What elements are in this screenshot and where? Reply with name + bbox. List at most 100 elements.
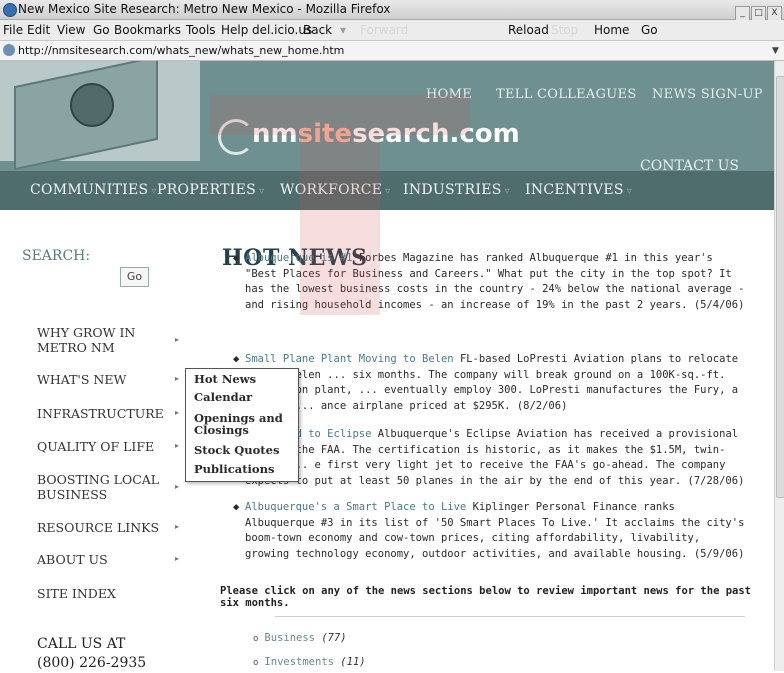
sidebar-item-why-grow[interactable]: WHY GROW IN METRO NM <box>37 325 157 355</box>
top-nav-tell-colleagues[interactable]: TELL COLLEAGUES <box>496 87 637 102</box>
menu-file[interactable]: File <box>3 20 23 40</box>
window-title: New Mexico Site Research: Metro New Mexi… <box>18 2 391 16</box>
search-go-button[interactable]: Go <box>120 267 149 287</box>
subnav-industries-label: INDUSTRIES <box>403 182 502 198</box>
triangle-down-icon: ▿ <box>504 186 510 197</box>
menu-tools[interactable]: Tools <box>186 20 216 40</box>
divider <box>275 616 745 617</box>
sidebar-item-whats-new[interactable]: WHAT'S NEW <box>37 372 126 387</box>
menu-edit[interactable]: Edit <box>27 20 50 40</box>
brand-swirl-icon <box>218 119 254 155</box>
back-button[interactable]: Back <box>303 20 332 40</box>
arrow-right-icon: ▸ <box>175 482 180 491</box>
scrollbar-thumb[interactable] <box>776 76 784 498</box>
category-link[interactable]: Business <box>264 632 315 644</box>
stop-button[interactable]: Stop <box>551 20 578 40</box>
news-item: ◆ Albuquerque is #1 Forbes Magazine has … <box>233 251 745 313</box>
subnav-communities[interactable]: COMMUNITIES ▿ <box>30 182 157 198</box>
top-nav-home[interactable]: HOME <box>426 87 472 102</box>
bullet-icon: ◆ <box>233 353 240 365</box>
menu-bookmarks[interactable]: Bookmarks <box>114 20 181 40</box>
forward-button[interactable]: Forward <box>360 20 408 40</box>
news-item: ◆ ...-Ahead to Eclipse Albuquerque's Ecl… <box>233 427 745 489</box>
bullet-icon: ◆ <box>233 252 240 264</box>
arrow-right-icon: ▸ <box>175 408 180 417</box>
category-item[interactable]: o Business (77) <box>253 632 347 644</box>
site-header: HOME TELL COLLEAGUES NEWS SIGN-UP nmsite… <box>0 61 774 210</box>
brand-logo-text[interactable]: nmsitesearch.com <box>252 119 520 149</box>
category-item[interactable]: o Investments (11) <box>253 656 366 668</box>
brand-pre: nm <box>252 119 298 149</box>
top-nav-news-signup[interactable]: NEWS SIGN-UP <box>652 87 763 102</box>
url-field[interactable]: http://nmsitesearch.com/whats_new/whats_… <box>18 41 344 60</box>
menu-bar: File Edit View Go Bookmarks Tools Help d… <box>0 20 784 41</box>
minimize-button[interactable]: _ <box>735 6 750 21</box>
flyout-item-hot-news[interactable]: Hot News <box>194 373 256 385</box>
sidebar-item-boosting-local-business[interactable]: BOOSTING LOCAL BUSINESS <box>37 472 167 502</box>
arrow-right-icon: ▸ <box>175 522 180 531</box>
triangle-down-icon: ▿ <box>151 186 157 197</box>
call-us-label: CALL US AT <box>37 636 126 652</box>
menu-go[interactable]: Go <box>93 20 110 40</box>
triangle-down-icon: ▿ <box>259 186 265 197</box>
brand-post: search.com <box>352 119 520 149</box>
call-us-block: CALL US AT (800) 226-2935 <box>37 635 146 673</box>
subnav-industries[interactable]: INDUSTRIES ▿ <box>403 182 510 198</box>
reload-button[interactable]: Reload <box>508 20 549 40</box>
sidebar-item-infrastructure[interactable]: INFRASTRUCTURE <box>37 406 164 421</box>
category-count: (11) <box>340 656 366 668</box>
flyout-item-calendar[interactable]: Calendar <box>194 391 252 403</box>
logo-area <box>0 61 200 171</box>
flyout-item-openings-closings[interactable]: Openings and Closings <box>194 412 284 436</box>
sidebar-item-quality-of-life[interactable]: QUALITY OF LIFE <box>37 439 154 454</box>
subnav-incentives[interactable]: INCENTIVES ▿ <box>525 182 632 198</box>
arrow-right-icon: ▸ <box>175 335 180 344</box>
left-sidebar: SEARCH: Go WHY GROW IN METRO NM ▸ WHAT'S… <box>0 210 205 671</box>
flyout-item-publications[interactable]: Publications <box>194 463 274 475</box>
firefox-icon <box>3 3 17 17</box>
subnav-communities-label: COMMUNITIES <box>30 182 149 198</box>
arrow-right-icon: ▸ <box>175 554 180 563</box>
news-headline-link[interactable]: Albuquerque is #1 <box>245 252 352 264</box>
sidebar-item-resource-links[interactable]: RESOURCE LINKS <box>37 520 159 535</box>
globe-icon <box>70 83 114 127</box>
maximize-button[interactable]: □ <box>751 6 766 21</box>
site-favicon-icon <box>3 44 15 56</box>
subnav-incentives-label: INCENTIVES <box>525 182 624 198</box>
subnav-workforce-label: WORKFORCE <box>280 182 383 198</box>
instructions-text: Please click on any of the news sections… <box>220 585 752 609</box>
vertical-scrollbar[interactable] <box>774 61 784 671</box>
phone-number: (800) 226-2935 <box>37 655 147 671</box>
subnav-workforce[interactable]: WORKFORCE ▿ <box>280 182 391 198</box>
bullet-icon: ◆ <box>233 501 240 513</box>
category-count: (77) <box>321 632 347 644</box>
circle-bullet-icon: o <box>253 658 259 668</box>
whats-new-flyout-menu: Hot News Calendar Openings and Closings … <box>185 368 299 482</box>
chevron-down-icon[interactable]: ▼ <box>772 42 782 58</box>
news-headline-link[interactable]: Small Plane Plant Moving to Belen <box>245 353 454 365</box>
subnav-properties-label: PROPERTIES <box>157 182 257 198</box>
news-item: ◆ Small Plane Plant Moving to Belen FL-b… <box>233 352 745 414</box>
brand-mid: site <box>297 119 353 149</box>
news-headline-link[interactable]: Albuquerque's a Smart Place to Live <box>245 501 466 513</box>
subnav-properties[interactable]: PROPERTIES ▿ <box>157 182 264 198</box>
address-bar[interactable]: http://nmsitesearch.com/whats_new/whats_… <box>0 41 784 61</box>
menu-view[interactable]: View <box>57 20 85 40</box>
home-button[interactable]: Home <box>594 20 629 40</box>
flyout-item-stock-quotes[interactable]: Stock Quotes <box>194 444 279 456</box>
window-titlebar: New Mexico Site Research: Metro New Mexi… <box>0 0 784 21</box>
go-button[interactable]: Go <box>641 20 658 40</box>
category-link[interactable]: Investments <box>264 656 334 668</box>
main-subnav: COMMUNITIES ▿ PROPERTIES ▿ WORKFORCE ▿ INDU… <box>0 171 774 210</box>
close-button[interactable]: X <box>767 6 782 21</box>
arrow-right-icon: ▸ <box>175 374 180 383</box>
circle-bullet-icon: o <box>253 634 259 644</box>
forward-arrow-icon[interactable]: ▾ <box>340 20 346 40</box>
sidebar-item-about-us[interactable]: ABOUT US <box>37 552 108 567</box>
triangle-down-icon: ▿ <box>385 186 391 197</box>
news-item: ◆ Albuquerque's a Smart Place to Live Ki… <box>233 500 745 562</box>
menu-help[interactable]: Help <box>221 20 248 40</box>
triangle-down-icon: ▿ <box>626 186 633 197</box>
arrow-right-icon: ▸ <box>175 441 180 450</box>
sidebar-item-site-index[interactable]: SITE INDEX <box>37 586 116 601</box>
